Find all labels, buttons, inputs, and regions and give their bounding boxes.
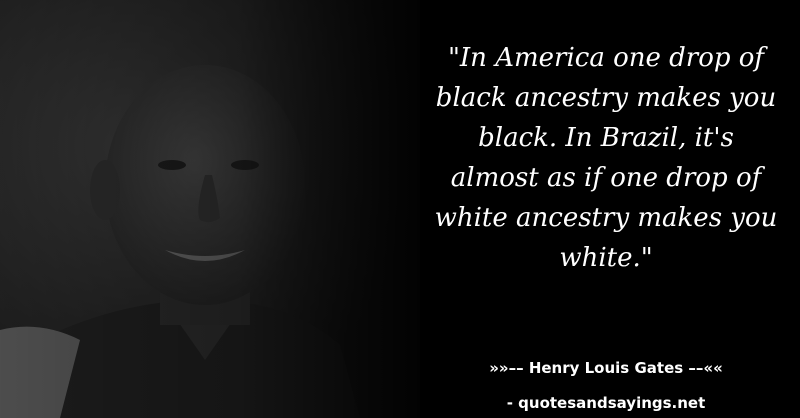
quote-line: almost as if one drop of — [450, 163, 762, 193]
quote-line: white." — [559, 243, 653, 273]
source-website: - quotesandsayings.net — [506, 394, 706, 412]
quote-line: black. In Brazil, it's — [478, 123, 734, 153]
quote-line: "In America one drop of — [447, 43, 765, 73]
quote-line: white ancestry makes you — [434, 203, 778, 233]
quote-text: "In America one drop of black ancestry m… — [420, 38, 792, 278]
author-attribution: »»–– Henry Louis Gates ––«« — [489, 359, 723, 377]
quote-line: black ancestry makes you — [435, 83, 777, 113]
quote-card: "In America one drop of black ancestry m… — [0, 0, 800, 418]
